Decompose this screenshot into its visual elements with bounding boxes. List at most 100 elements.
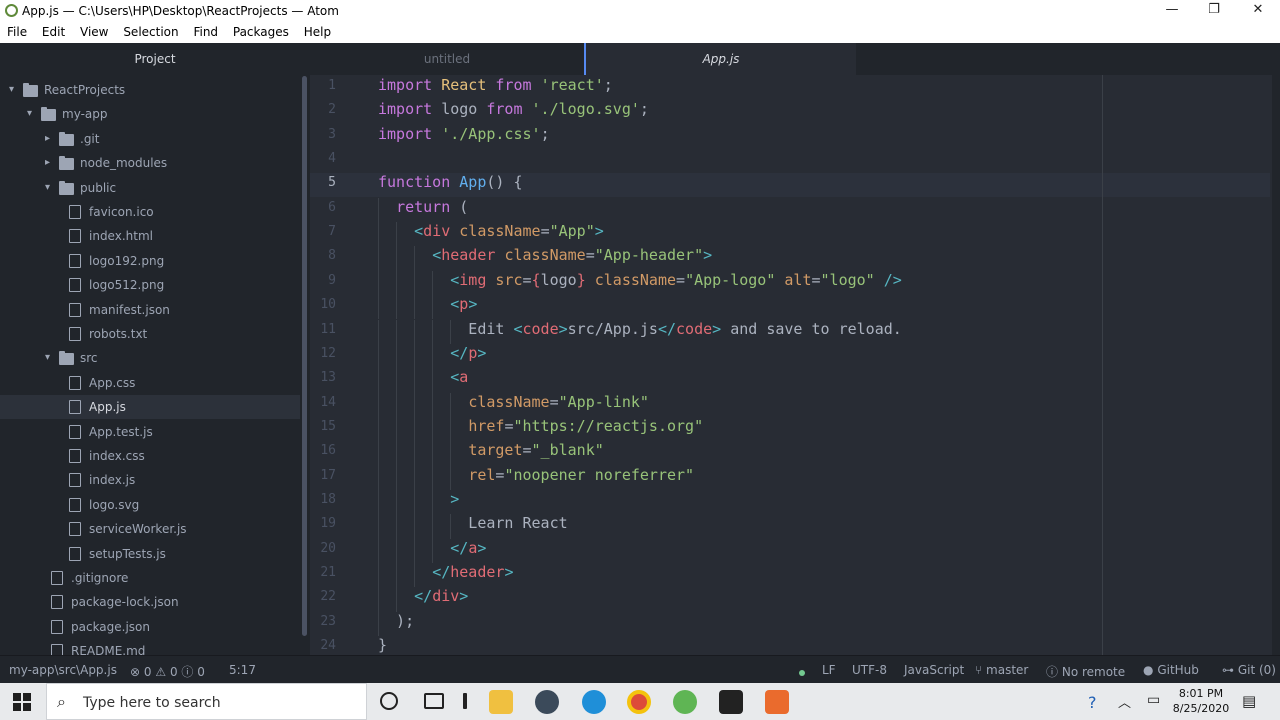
tree-item[interactable]: robots.txt: [0, 322, 300, 346]
chrome-browser-icon[interactable]: [627, 690, 651, 714]
task-view-icon[interactable]: [424, 693, 444, 709]
help-icon[interactable]: ?: [1088, 693, 1097, 712]
status-file-path[interactable]: my-app\src\App.js: [9, 663, 117, 677]
tree-item[interactable]: setupTests.js: [0, 542, 300, 566]
encoding[interactable]: UTF-8: [852, 663, 887, 677]
code-line[interactable]: target="_blank": [378, 441, 603, 459]
chevron-right-icon[interactable]: ▸: [45, 127, 55, 151]
chevron-down-icon[interactable]: ▾: [45, 346, 55, 370]
tree-item[interactable]: ▾ ReactProjects: [0, 78, 300, 102]
code-line[interactable]: <a: [378, 368, 468, 386]
tree-item[interactable]: index.css: [0, 444, 300, 468]
code-line[interactable]: Edit <code>src/App.js</code> and save to…: [378, 320, 902, 338]
tree-item[interactable]: ▾ public: [0, 176, 300, 200]
tree-panel-title[interactable]: Project: [0, 43, 310, 75]
git-remote[interactable]: ⓘ No remote: [1046, 663, 1125, 680]
code-line[interactable]: <img src={logo} className="App-logo" alt…: [378, 271, 902, 289]
tree-item[interactable]: logo192.png: [0, 249, 300, 273]
git-branch[interactable]: ⑂ master: [975, 663, 1028, 677]
tree-item[interactable]: README.md: [0, 639, 300, 655]
linter-status[interactable]: ⊗ 0 ⚠ 0 ⓘ 0: [130, 663, 205, 680]
code-line[interactable]: );: [378, 612, 414, 630]
git-panel-toggle[interactable]: ⊶ Git (0): [1222, 663, 1276, 677]
taskbar-search-box[interactable]: ⌕ Type here to search: [46, 683, 367, 720]
tree-scrollbar[interactable]: [302, 76, 307, 636]
chevron-down-icon[interactable]: ▾: [27, 102, 37, 126]
code-line[interactable]: </a>: [378, 539, 486, 557]
app-taskbar-icon[interactable]: [765, 690, 789, 714]
taskbar-clock[interactable]: 8:01 PM 8/25/2020: [1172, 686, 1230, 716]
code-line[interactable]: className="App-link": [378, 393, 649, 411]
code-line[interactable]: <div className="App">: [378, 222, 604, 240]
tree-item[interactable]: ▾ my-app: [0, 102, 300, 126]
tree-item[interactable]: App.css: [0, 371, 300, 395]
tab-app-js[interactable]: App.js: [584, 43, 856, 75]
tree-item[interactable]: index.js: [0, 468, 300, 492]
code-line[interactable]: >: [378, 490, 459, 508]
line-number: 4: [328, 151, 336, 167]
code-line[interactable]: <header className="App-header">: [378, 246, 712, 264]
menu-edit[interactable]: Edit: [42, 22, 65, 39]
edge-browser-icon[interactable]: [582, 690, 606, 714]
tree-item[interactable]: manifest.json: [0, 298, 300, 322]
code-line[interactable]: import React from 'react';: [378, 76, 613, 94]
tree-item[interactable]: logo.svg: [0, 493, 300, 517]
menu-help[interactable]: Help: [304, 22, 331, 39]
tree-item[interactable]: .gitignore: [0, 566, 300, 590]
code-editor[interactable]: 1 import React from 'react'; 2 import logo …: [310, 75, 1280, 655]
tree-item[interactable]: favicon.ico: [0, 200, 300, 224]
code-token: code: [676, 319, 713, 338]
editor-scrollbar[interactable]: [1272, 75, 1280, 655]
battery-icon[interactable]: ▭: [1147, 692, 1160, 708]
chevron-up-icon[interactable]: ︿: [1118, 692, 1131, 711]
taskbar-pinned-icon[interactable]: [463, 693, 467, 709]
code-line[interactable]: import './App.css';: [378, 125, 550, 143]
grammar[interactable]: JavaScript: [904, 663, 964, 677]
code-line[interactable]: rel="noopener noreferrer": [378, 466, 694, 484]
code-line[interactable]: <p>: [378, 295, 477, 313]
tree-item[interactable]: package.json: [0, 615, 300, 639]
code-line[interactable]: import logo from './logo.svg';: [378, 100, 649, 118]
tree-item[interactable]: index.html: [0, 224, 300, 248]
tab-untitled[interactable]: untitled: [310, 43, 584, 75]
tree-item[interactable]: ▸ node_modules: [0, 151, 300, 175]
line-ending[interactable]: LF: [822, 663, 836, 677]
tree-item[interactable]: ▸ .git: [0, 127, 300, 151]
file-explorer-icon[interactable]: [489, 690, 513, 714]
tree-item[interactable]: package-lock.json: [0, 590, 300, 614]
code-line[interactable]: href="https://reactjs.org": [378, 417, 703, 435]
terminal-taskbar-icon[interactable]: [719, 690, 743, 714]
code-line[interactable]: </div>: [378, 587, 468, 605]
menu-file[interactable]: File: [7, 22, 27, 39]
code-line[interactable]: </p>: [378, 344, 486, 362]
code-line[interactable]: return (: [378, 198, 468, 216]
chevron-down-icon[interactable]: ▾: [45, 176, 55, 200]
chevron-right-icon[interactable]: ▸: [45, 151, 55, 175]
atom-taskbar-icon[interactable]: [673, 690, 697, 714]
minimize-button[interactable]: —: [1152, 2, 1192, 20]
github-panel-toggle[interactable]: ● GitHub: [1143, 663, 1199, 677]
windows-start-icon[interactable]: [13, 693, 31, 711]
code-line[interactable]: function App() {: [378, 173, 523, 191]
tree-item[interactable]: ▾ src: [0, 346, 300, 370]
menu-packages[interactable]: Packages: [233, 22, 289, 39]
code-line[interactable]: Learn React: [378, 514, 567, 532]
menu-selection[interactable]: Selection: [123, 22, 178, 39]
close-button[interactable]: ✕: [1238, 2, 1278, 20]
code-line[interactable]: }: [378, 636, 387, 654]
tree-item[interactable]: App.js: [0, 395, 300, 420]
app-globe-icon[interactable]: [535, 690, 559, 714]
tree-item[interactable]: serviceWorker.js: [0, 517, 300, 541]
maximize-button[interactable]: ❐: [1194, 2, 1234, 20]
cortana-icon[interactable]: [380, 692, 398, 710]
tree-item[interactable]: logo512.png: [0, 273, 300, 297]
chevron-down-icon[interactable]: ▾: [9, 78, 19, 102]
menu-view[interactable]: View: [80, 22, 108, 39]
notification-icon[interactable]: ▤: [1242, 692, 1256, 710]
code-line[interactable]: </header>: [378, 563, 513, 581]
code-token: div: [432, 587, 460, 606]
tree-item[interactable]: App.test.js: [0, 420, 300, 444]
menu-find[interactable]: Find: [193, 22, 218, 39]
cursor-position[interactable]: 5:17: [229, 663, 256, 677]
